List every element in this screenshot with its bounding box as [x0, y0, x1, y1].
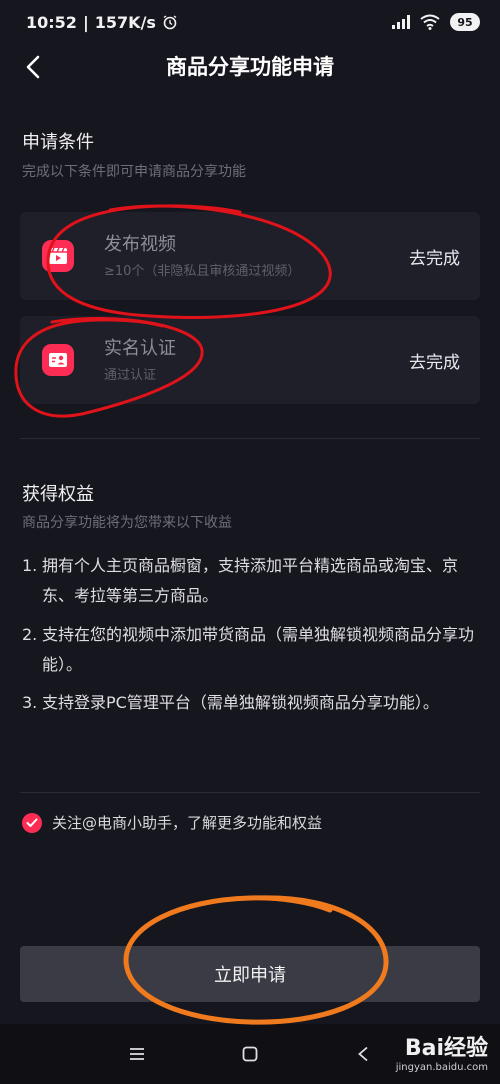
signal-icon — [392, 15, 410, 29]
benefit-number: 2. — [22, 625, 38, 644]
benefit-item: 2. 支持在您的视频中添加带货商品（需单独解锁视频商品分享功能）。 — [22, 620, 482, 680]
status-right: 95 — [392, 13, 480, 31]
condition-desc: ≥10个（非隐私且审核通过视频） — [104, 264, 301, 279]
back-triangle-icon — [358, 1046, 368, 1062]
watermark-brand: Bai经验 — [404, 1036, 488, 1061]
menu-key[interactable] — [117, 1034, 157, 1074]
condition-card-video: 发布视频 ≥10个（非隐私且审核通过视频） 去完成 — [20, 212, 480, 300]
watermark-url: jingyan.baidu.com — [395, 1062, 488, 1073]
chevron-left-icon — [26, 55, 40, 79]
conditions-title: 申请条件 — [22, 132, 94, 153]
status-time: 10:52 — [26, 12, 77, 32]
go-complete-realname-button[interactable]: 去完成 — [409, 348, 460, 373]
home-square-icon — [242, 1046, 258, 1062]
go-complete-video-button[interactable]: 去完成 — [409, 244, 460, 269]
follow-label: 关注@电商小助手，了解更多功能和权益 — [52, 814, 323, 832]
condition-desc: 通过认证 — [104, 368, 157, 383]
benefit-item: 1. 拥有个人主页商品橱窗，支持添加平台精选商品或淘宝、京东、考拉等第三方商品。 — [22, 551, 482, 611]
benefit-text: 拥有个人主页商品橱窗，支持添加平台精选商品或淘宝、京东、考拉等第三方商品。 — [42, 556, 459, 605]
divider — [20, 792, 480, 793]
benefit-number: 3. — [22, 693, 38, 712]
condition-title: 发布视频 — [104, 234, 176, 255]
page-title: 商品分享功能申请 — [166, 55, 334, 79]
status-speed: 157K/s — [94, 12, 156, 32]
benefit-text: 支持登录PC管理平台（需单独解锁视频商品分享功能）。 — [42, 693, 439, 712]
benefit-item: 3. 支持登录PC管理平台（需单独解锁视频商品分享功能）。 — [22, 688, 482, 718]
benefit-number: 1. — [22, 556, 38, 575]
apply-now-button[interactable]: 立即申请 — [20, 946, 480, 1002]
follow-checkbox[interactable] — [22, 812, 42, 833]
home-key[interactable] — [230, 1034, 270, 1074]
divider — [20, 438, 480, 439]
watermark: Bai经验 jingyan.baidu.com — [396, 1030, 488, 1073]
benefits-title: 获得权益 — [22, 484, 94, 505]
status-divider: | — [82, 12, 89, 32]
benefits-subtitle: 商品分享功能将为您带来以下收益 — [22, 515, 232, 531]
check-icon — [26, 818, 38, 827]
alarm-icon — [163, 15, 177, 30]
benefit-text: 支持在您的视频中添加带货商品（需单独解锁视频商品分享功能）。 — [42, 625, 475, 674]
nav-bar: 商品分享功能申请 — [0, 44, 500, 88]
back-key[interactable] — [343, 1034, 383, 1074]
conditions-subtitle: 完成以下条件即可申请商品分享功能 — [22, 164, 246, 180]
id-card-icon — [42, 344, 74, 376]
wifi-icon — [420, 14, 440, 30]
status-left: 10:52 | 157K/s — [26, 13, 178, 32]
video-icon — [42, 240, 74, 272]
condition-title: 实名认证 — [104, 338, 176, 359]
condition-card-realname: 实名认证 通过认证 去完成 — [20, 316, 480, 404]
status-bar: 10:52 | 157K/s 95 — [0, 0, 500, 44]
back-button[interactable] — [18, 52, 48, 82]
battery-indicator: 95 — [450, 13, 480, 31]
follow-checkbox-row[interactable]: 关注@电商小助手，了解更多功能和权益 — [22, 812, 322, 833]
menu-icon — [129, 1048, 144, 1060]
